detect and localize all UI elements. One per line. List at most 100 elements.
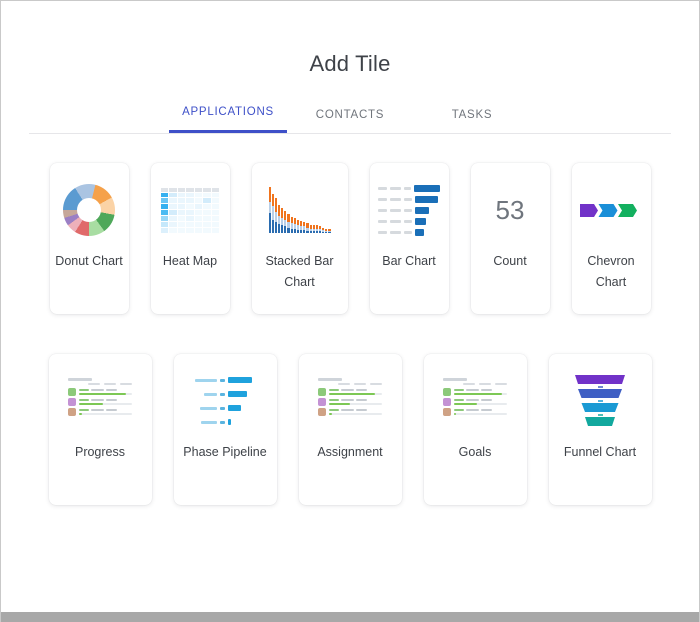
bar-chart-category-label — [378, 186, 387, 190]
heat-map-header-cell — [161, 187, 169, 192]
tile-card-chevron-chart[interactable]: Chevron Chart — [571, 163, 651, 314]
tile-label: Goals — [458, 445, 492, 459]
donut-chart-thumbnail — [56, 179, 122, 241]
stacked-bar-segment — [274, 222, 277, 233]
stacked-bar-segment — [271, 193, 274, 206]
tile-card-stacked-bar-chart[interactable]: Stacked Bar Chart — [251, 163, 348, 314]
heat-map-cell — [211, 192, 219, 198]
pipeline-row — [193, 377, 257, 383]
tile-card-progress[interactable]: Progress — [48, 354, 152, 505]
stacked-bar-column — [290, 216, 293, 233]
list-item — [443, 408, 507, 416]
stacked-bar-segment — [274, 212, 277, 223]
stacked-bar-column — [328, 228, 331, 233]
list-item-body — [79, 409, 132, 415]
bar-chart-value-label — [390, 197, 401, 201]
heat-map-cell — [186, 198, 194, 204]
progress-track — [329, 392, 382, 395]
heat-map-cell — [161, 221, 169, 227]
list-item-meta-text — [79, 409, 89, 411]
bar-chart-bar — [415, 206, 429, 214]
heat-map-header-cell — [194, 187, 203, 192]
stacked-bar-segment — [328, 231, 331, 233]
list-item-meta-text — [329, 409, 339, 411]
heat-map-cell — [194, 215, 203, 221]
heat-map-cell — [203, 198, 211, 204]
list-item-meta-text — [341, 399, 354, 401]
pipeline-stage-count — [220, 378, 225, 382]
page-title: Add Tile — [309, 51, 391, 76]
heat-map-cell — [194, 198, 203, 204]
list-item-meta — [454, 409, 507, 411]
bar-chart-category-label — [378, 219, 387, 223]
list-item-meta — [329, 399, 382, 401]
list-item-body — [79, 399, 132, 405]
stacked-bar-column — [284, 211, 287, 233]
stacked-bar-segment — [306, 230, 309, 233]
heat-map-cell — [194, 227, 203, 233]
funnel-chart-thumbnail — [567, 370, 633, 432]
tile-card-heat-map[interactable]: Heat Map — [150, 163, 230, 314]
heat-map-cell — [161, 204, 169, 210]
progress-fill — [329, 412, 333, 415]
heat-map-cell — [161, 215, 169, 221]
bar-chart-row — [378, 217, 440, 225]
tile-card-donut-chart[interactable]: Donut Chart — [49, 163, 129, 314]
list-item-body — [79, 389, 132, 395]
progress-fill — [454, 392, 502, 395]
list-item-meta — [454, 389, 507, 391]
tile-card-goals[interactable]: Goals — [423, 354, 527, 505]
tile-card-bar-chart[interactable]: Bar Chart — [369, 163, 449, 314]
tab-tasks[interactable]: TASKS — [411, 109, 533, 133]
stacked-bar-segment — [271, 219, 274, 233]
tile-label: Donut Chart — [55, 254, 123, 268]
stacked-bar-segment — [284, 211, 287, 220]
bar-chart-bar — [414, 184, 440, 192]
list-column-header — [495, 382, 507, 385]
heat-map-header-row — [161, 187, 219, 192]
bar-chart-value-label — [390, 208, 401, 212]
heat-map-cell — [186, 221, 194, 227]
heat-map-row — [161, 198, 219, 204]
tab-applications[interactable]: APPLICATIONS — [167, 106, 289, 133]
heat-map-cell — [194, 210, 203, 215]
list-item-avatar — [318, 398, 326, 406]
heat-map-cell — [203, 221, 211, 227]
list-item — [68, 408, 132, 416]
progress-track — [79, 412, 132, 415]
stacked-bar-segment — [290, 228, 293, 233]
phase-pipeline-thumbnail — [192, 370, 258, 432]
list-item — [68, 398, 132, 406]
heat-map-cell — [177, 215, 186, 221]
stacked-bar-segment — [296, 229, 300, 233]
funnel-connector — [597, 413, 603, 416]
bar-chart-value-label — [389, 186, 401, 190]
heat-map-cell — [177, 204, 186, 210]
tile-card-assignment[interactable]: Assignment — [298, 354, 402, 505]
bar-chart-secondary-label — [404, 219, 412, 223]
tab-contacts[interactable]: CONTACTS — [289, 109, 411, 133]
tile-card-funnel-chart[interactable]: Funnel Chart — [548, 354, 652, 505]
tile-label: Stacked Bar Chart — [265, 254, 334, 289]
list-item-meta-text — [466, 389, 479, 391]
tile-card-count[interactable]: 53 Count — [470, 163, 550, 314]
list-column-header — [370, 382, 382, 385]
pipeline-row — [193, 391, 257, 397]
stacked-bar-column — [322, 227, 325, 233]
bar-chart-bar — [415, 217, 427, 225]
heat-map-header-cell — [169, 187, 177, 192]
heat-map-cell — [161, 227, 169, 233]
add-tile-dialog: Add Tile APPLICATIONS CONTACTS TASKS Don… — [1, 1, 699, 612]
bar-chart-bar — [415, 195, 438, 203]
list-item-meta-text — [454, 389, 464, 391]
progress-track — [454, 402, 507, 405]
stacked-bar-segment — [303, 229, 306, 233]
stacked-bar-segment — [268, 202, 271, 214]
list-column-header — [479, 382, 491, 385]
heat-map-cell — [177, 210, 186, 215]
stacked-bar-segment — [281, 225, 284, 233]
tile-card-phase-pipeline[interactable]: Phase Pipeline — [173, 354, 277, 505]
pipeline-stage-label — [201, 420, 217, 424]
heat-map-cell — [169, 198, 177, 204]
list-item-meta-text — [356, 399, 367, 401]
